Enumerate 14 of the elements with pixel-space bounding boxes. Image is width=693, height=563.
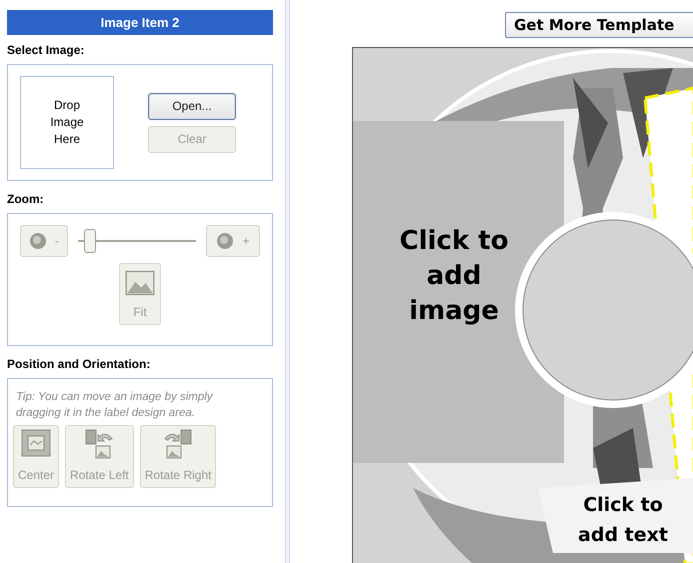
section-heading: Position and Orientation: [7,356,152,373]
tip-text: Tip: You can move an image by simply dragging it in the label design area. [15,390,214,421]
panel-title: Image Item 2 [7,10,273,35]
centered-image-icon [21,429,52,457]
slider-thumb[interactable] [84,229,96,253]
drop-zone[interactable]: Drop Image Here [20,76,114,169]
image-button[interactable]: Open... [148,92,236,120]
image-placeholder-text[interactable]: Click to add image [399,224,509,329]
templates-button[interactable]: Get More Template [505,12,693,38]
section-heading: Select Image: [7,42,86,59]
zoom-slider[interactable] [78,229,196,253]
section-heading: Zoom: [7,191,45,208]
label-design-canvas[interactable]: Click to add image Click to add text [352,47,693,563]
magnifier-icon [29,231,49,251]
